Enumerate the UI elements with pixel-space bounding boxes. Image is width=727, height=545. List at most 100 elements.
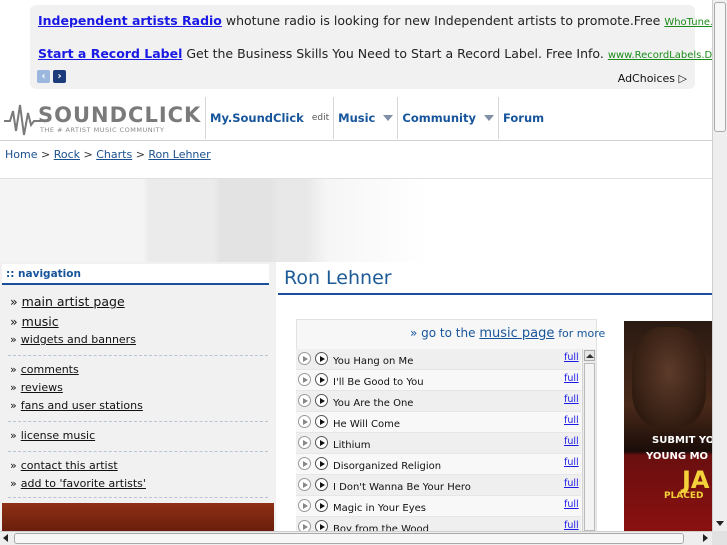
ad-banner: Independent artists Radio whotune radio …: [30, 5, 727, 89]
track-title[interactable]: Lithium: [333, 440, 370, 451]
track-list-scrollbar[interactable]: [582, 349, 596, 533]
track-title[interactable]: Disorganized Religion: [333, 461, 441, 472]
sidebar-item-label[interactable]: music: [22, 314, 59, 329]
play-preview-icon[interactable]: [298, 436, 311, 449]
track-row: You Hang on Me full: [296, 349, 581, 370]
play-icon[interactable]: [315, 457, 328, 470]
scroll-right-icon[interactable]: [703, 534, 708, 542]
music-page-link[interactable]: music page: [479, 326, 554, 341]
divider: [8, 355, 268, 356]
play-preview-icon[interactable]: [298, 352, 311, 365]
track-full-link[interactable]: full: [564, 373, 579, 384]
scrollbar-thumb[interactable]: [14, 533, 684, 544]
promo-image[interactable]: SUBMIT YO YOUNG MO JA PLACED: [624, 321, 712, 531]
track-list: You Hang on Me full I'll Be Good to You fu…: [296, 349, 581, 533]
play-icon[interactable]: [315, 415, 328, 428]
track-title[interactable]: He Will Come: [333, 419, 400, 430]
play-preview-icon[interactable]: [298, 415, 311, 428]
scrollbar-thumb[interactable]: [584, 363, 595, 531]
sidebar-item-label[interactable]: main artist page: [22, 294, 125, 309]
play-icon[interactable]: [315, 352, 328, 365]
nav-mysoundclick[interactable]: My.SoundClick edit: [205, 97, 333, 139]
nav-music[interactable]: Music: [333, 97, 397, 139]
play-preview-icon[interactable]: [298, 499, 311, 512]
sidebar-item-widgets[interactable]: » widgets and banners: [10, 333, 136, 346]
site-header: SOUNDCLICK THE # ARTIST MUSIC COMMUNITY …: [0, 97, 712, 141]
track-title[interactable]: You Hang on Me: [333, 356, 413, 367]
ad-next-icon[interactable]: ›: [53, 70, 66, 83]
nav-edit-link[interactable]: edit: [312, 113, 329, 123]
breadcrumb-artist[interactable]: Ron Lehner: [148, 148, 210, 161]
track-title[interactable]: I'll Be Good to You: [333, 377, 424, 388]
ad-url-link[interactable]: www.RecordLabels.DegreeLeap.com: [608, 50, 727, 61]
promo-text: PLACED: [664, 491, 704, 501]
promo-text: YOUNG MO: [646, 451, 709, 462]
sidebar-item-label[interactable]: widgets and banners: [21, 333, 136, 346]
breadcrumb-home[interactable]: Home: [5, 148, 37, 161]
nav-forum[interactable]: Forum: [498, 97, 548, 139]
play-icon[interactable]: [315, 373, 328, 386]
play-preview-icon[interactable]: [298, 394, 311, 407]
track-row: Magic in Your Eyes full: [296, 496, 581, 517]
ad-prev-icon[interactable]: ‹: [37, 70, 50, 83]
track-full-link[interactable]: full: [564, 520, 579, 531]
scroll-left-icon[interactable]: [3, 534, 8, 542]
sidebar-item-reviews[interactable]: » reviews: [10, 381, 63, 394]
soundclick-logo[interactable]: SOUNDCLICK THE # ARTIST MUSIC COMMUNITY: [2, 97, 204, 139]
ad-item[interactable]: Independent artists Radio whotune radio …: [38, 13, 727, 28]
nav-forum-label: Forum: [503, 111, 545, 125]
sidebar-item-fans[interactable]: » fans and user stations: [10, 399, 143, 412]
play-icon[interactable]: [315, 394, 328, 407]
track-full-link[interactable]: full: [564, 457, 579, 468]
play-icon[interactable]: [315, 499, 328, 512]
track-title[interactable]: I Don't Wanna Be Your Hero: [333, 482, 471, 493]
artist-banner: [0, 178, 712, 262]
sidebar-item-main-artist-page[interactable]: » main artist page: [10, 294, 125, 309]
breadcrumb-separator: >: [40, 148, 51, 161]
horizontal-scrollbar[interactable]: [0, 531, 712, 545]
sidebar-item-favorite[interactable]: » add to 'favorite artists': [10, 477, 146, 490]
play-preview-icon[interactable]: [298, 373, 311, 386]
play-icon[interactable]: [315, 478, 328, 491]
scrollbar-thumb[interactable]: [714, 2, 726, 132]
divider: [8, 421, 268, 422]
play-icon[interactable]: [315, 436, 328, 449]
scroll-up-icon[interactable]: [584, 350, 595, 361]
breadcrumb: Home > Rock > Charts > Ron Lehner: [5, 148, 211, 161]
page-title: Ron Lehner: [284, 267, 392, 289]
track-full-link[interactable]: full: [564, 478, 579, 489]
breadcrumb-charts[interactable]: Charts: [96, 148, 132, 161]
goto-music-page[interactable]: » go to the music page for more: [410, 326, 605, 341]
ad-title-link[interactable]: Independent artists Radio: [38, 13, 222, 28]
track-row: He Will Come full: [296, 412, 581, 433]
sidebar-item-music[interactable]: » music: [10, 314, 59, 329]
ad-item[interactable]: Start a Record Label Get the Business Sk…: [38, 46, 727, 61]
sidebar-item-label[interactable]: add to 'favorite artists': [21, 477, 146, 490]
track-full-link[interactable]: full: [564, 499, 579, 510]
sidebar-item-label[interactable]: fans and user stations: [21, 399, 143, 412]
sidebar-item-comments[interactable]: » comments: [10, 363, 79, 376]
track-title[interactable]: You Are the One: [333, 398, 413, 409]
nav-community[interactable]: Community: [397, 97, 498, 139]
ad-title-link[interactable]: Start a Record Label: [38, 46, 182, 61]
vertical-scrollbar[interactable]: [712, 0, 727, 531]
sidebar-item-label[interactable]: reviews: [21, 381, 63, 394]
sidebar-item-contact[interactable]: » contact this artist: [10, 459, 118, 472]
sidebar-item-license[interactable]: » license music: [10, 429, 95, 442]
sidebar-item-label[interactable]: license music: [21, 429, 95, 442]
breadcrumb-rock[interactable]: Rock: [54, 148, 80, 161]
ad-text: whotune radio is looking for new Indepen…: [225, 13, 661, 28]
play-preview-icon[interactable]: [298, 457, 311, 470]
track-full-link[interactable]: full: [564, 352, 579, 363]
track-full-link[interactable]: full: [564, 415, 579, 426]
promo-text: JA: [682, 466, 710, 494]
play-preview-icon[interactable]: [298, 478, 311, 491]
adchoices-link[interactable]: AdChoices ▷: [618, 72, 687, 85]
track-full-link[interactable]: full: [564, 394, 579, 405]
sidebar-item-label[interactable]: contact this artist: [21, 459, 118, 472]
track-full-link[interactable]: full: [564, 436, 579, 447]
sidebar-item-label[interactable]: comments: [21, 363, 79, 376]
scroll-down-icon[interactable]: [715, 518, 726, 529]
nav-mysoundclick-label[interactable]: My.SoundClick: [210, 111, 304, 125]
track-title[interactable]: Magic in Your Eyes: [333, 503, 426, 514]
